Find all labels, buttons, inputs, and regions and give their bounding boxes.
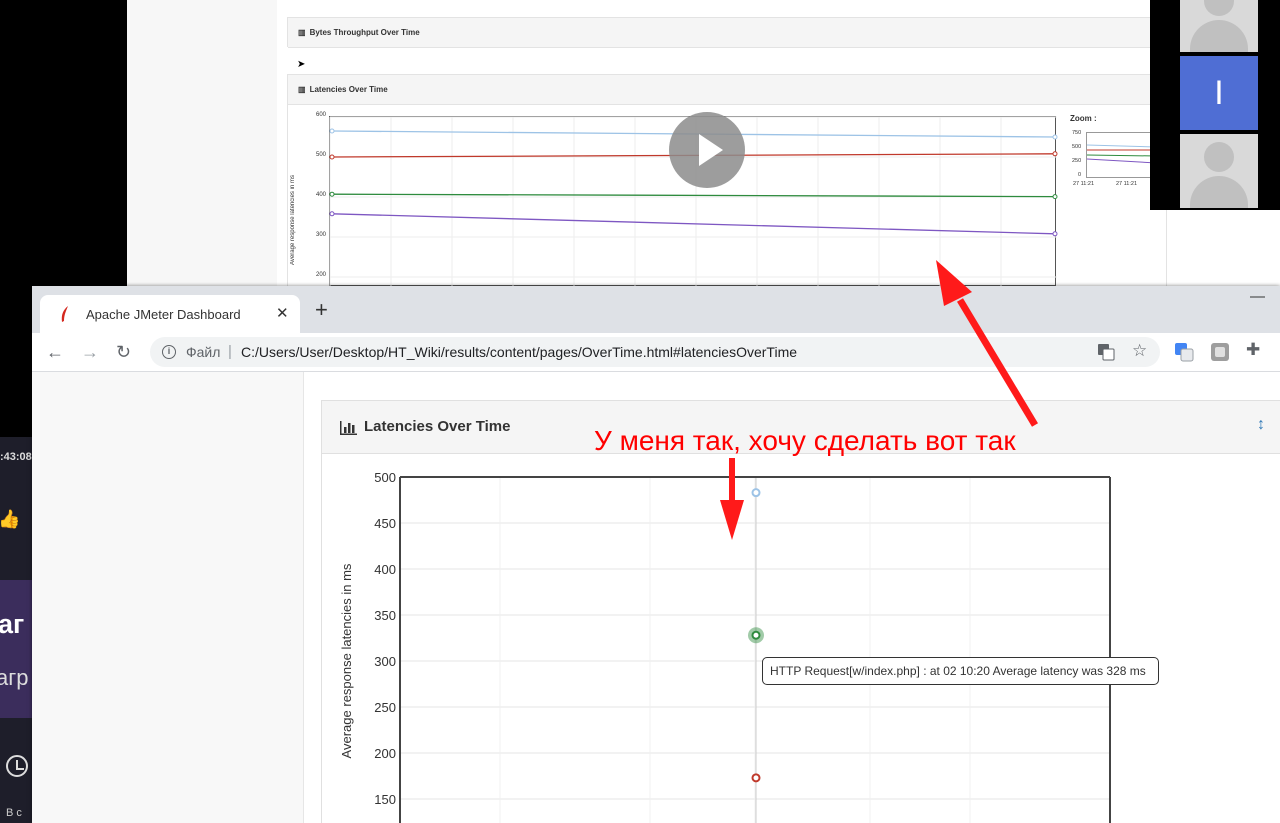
data-point[interactable] xyxy=(751,630,761,640)
y-tick-label: 450 xyxy=(374,516,396,531)
y-tick-label: 200 xyxy=(374,746,396,761)
y-tick-label: 350 xyxy=(374,608,396,623)
y-tick-label: 500 xyxy=(374,470,396,485)
y-tick-label: 250 xyxy=(374,700,396,715)
data-point[interactable] xyxy=(751,488,761,498)
y-tick-label: 150 xyxy=(374,792,396,807)
data-point[interactable] xyxy=(751,773,761,783)
chart-tooltip: HTTP Request[w/index.php] : at 02 10:20 … xyxy=(762,657,1159,685)
y-axis-label: Average response latencies in ms xyxy=(339,563,354,758)
screen: ▥ Bytes Throughput Over Time ➤ ▥ Latenci… xyxy=(0,0,1280,823)
latency-chart: 500 450 400 350 300 250 200 150 Average response… xyxy=(339,470,1111,823)
y-tick-label: 300 xyxy=(374,654,396,669)
y-tick-label: 400 xyxy=(374,562,396,577)
annotation-text: У меня так, хочу сделать вот так xyxy=(594,425,1016,456)
